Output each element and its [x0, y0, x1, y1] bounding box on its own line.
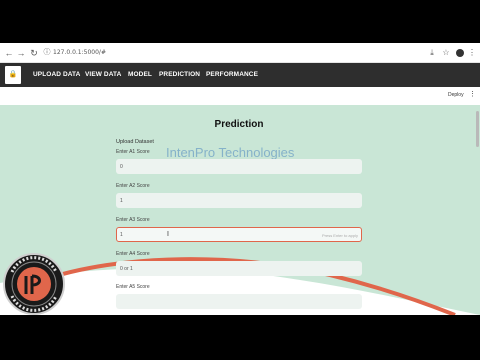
a2-score-value: 1 — [120, 198, 123, 204]
browser-toolbar: ← → ↻ ⓘ 127.0.0.1:5000/# ⤓ ☆ ⋮ — [0, 43, 480, 63]
browser-menu-icon[interactable]: ⋮ — [467, 47, 477, 59]
page-title: Prediction — [214, 119, 264, 130]
nav-view-data[interactable]: VIEW DATA — [85, 63, 121, 87]
download-icon[interactable]: ⤓ — [427, 47, 437, 59]
nav-upload-data[interactable]: UPLOAD DATA — [33, 63, 80, 87]
company-logo-badge — [3, 253, 65, 315]
more-menu-icon[interactable]: ⋮ — [469, 90, 476, 98]
screen: ← → ↻ ⓘ 127.0.0.1:5000/# ⤓ ☆ ⋮ 🔒 UPLOAD … — [0, 43, 480, 315]
a4-score-placeholder: 0 or 1 — [120, 266, 133, 272]
info-icon[interactable]: ⓘ — [42, 47, 52, 59]
reload-icon[interactable]: ↻ — [29, 47, 39, 59]
back-arrow-icon[interactable]: ← — [4, 47, 14, 59]
decorative-swoosh — [0, 257, 480, 315]
a4-score-input[interactable]: 0 or 1 — [116, 261, 362, 276]
forward-arrow-icon[interactable]: → — [16, 47, 26, 59]
upload-dataset-label: Upload Dataset — [116, 139, 154, 145]
nav-performance[interactable]: PERFORMANCE — [206, 63, 258, 87]
address-bar[interactable]: 127.0.0.1:5000/# — [53, 47, 106, 59]
a1-score-label: Enter A1 Score — [116, 149, 150, 155]
a3-score-value: 1 — [120, 232, 123, 238]
a1-score-input[interactable]: 0 — [116, 159, 362, 174]
a2-score-label: Enter A2 Score — [116, 183, 150, 189]
a5-score-input[interactable] — [116, 294, 362, 309]
a5-score-label: Enter A5 Score — [116, 284, 150, 290]
a4-score-label: Enter A4 Score — [116, 251, 150, 257]
nav-prediction[interactable]: PREDICTION — [159, 63, 200, 87]
app-navbar: 🔒 UPLOAD DATA VIEW DATA MODEL PREDICTION… — [0, 63, 480, 87]
a2-score-input[interactable]: 1 — [116, 193, 362, 208]
logo-icon: 🔒 — [8, 71, 18, 78]
a3-score-hint: Press Enter to apply — [321, 233, 358, 238]
prediction-page: Prediction IntenPro Technologies Upload … — [0, 105, 480, 315]
text-cursor-icon: I — [167, 231, 169, 238]
a3-score-label: Enter A3 Score — [116, 217, 150, 223]
scrollbar[interactable] — [476, 111, 479, 147]
app-logo[interactable]: 🔒 — [5, 66, 21, 84]
a1-score-value: 0 — [120, 164, 123, 170]
watermark-text: IntenPro Technologies — [166, 145, 295, 160]
deploy-button[interactable]: Deploy — [448, 92, 464, 98]
extension-icon[interactable]: ☆ — [441, 47, 451, 59]
app-toolbar: Deploy ⋮ — [0, 87, 480, 105]
nav-model[interactable]: MODEL — [128, 63, 152, 87]
profile-avatar[interactable] — [456, 49, 464, 57]
a3-score-input[interactable]: 1 I Press Enter to apply — [116, 227, 362, 242]
